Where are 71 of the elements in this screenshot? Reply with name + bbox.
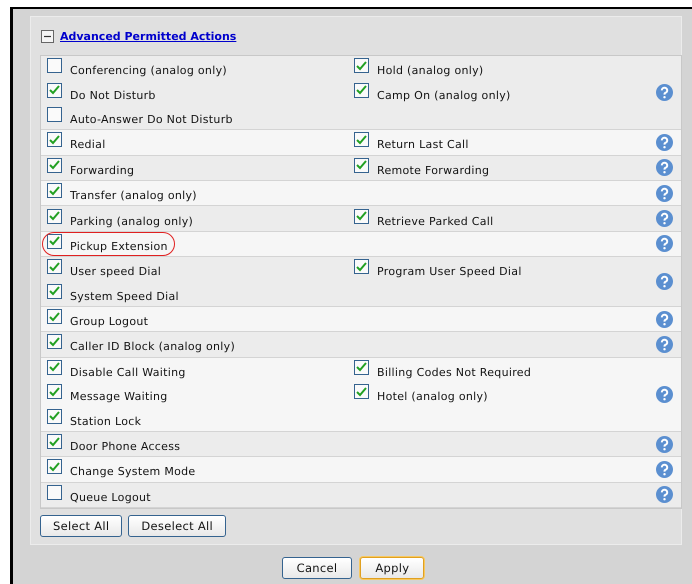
- help-icon[interactable]: [656, 235, 672, 252]
- option-label: Forwarding: [70, 162, 134, 177]
- checkbox[interactable]: [47, 284, 62, 299]
- option-label: Program User Speed Dial: [377, 264, 522, 278]
- option-label: User speed Dial: [70, 264, 162, 278]
- section-title-link[interactable]: Advanced Permitted Actions: [60, 30, 236, 42]
- option-label: Auto-Answer Do Not Disturb: [70, 112, 233, 126]
- checkbox[interactable]: [47, 208, 62, 224]
- collapse-toggle[interactable]: [41, 30, 54, 42]
- option-label: Hold (analog only): [377, 63, 484, 78]
- checkbox[interactable]: [47, 334, 62, 350]
- checkbox[interactable]: [47, 309, 62, 324]
- option-label: Do Not Disturb: [70, 88, 156, 102]
- option-label: Remote Forwarding: [377, 162, 490, 177]
- option-label: Group Logout: [70, 314, 148, 328]
- help-icon[interactable]: [656, 336, 672, 353]
- help-icon[interactable]: [656, 486, 672, 504]
- option-label: Door Phone Access: [70, 439, 180, 454]
- checkbox[interactable]: [47, 58, 62, 74]
- help-icon[interactable]: [656, 386, 672, 403]
- select-button[interactable]: Deselect All: [128, 515, 226, 538]
- option-label: Caller ID Block (analog only): [70, 339, 236, 354]
- checkbox[interactable]: [354, 384, 369, 400]
- checkbox[interactable]: [47, 234, 62, 249]
- checkbox[interactable]: [354, 360, 369, 375]
- checkbox[interactable]: [354, 259, 369, 274]
- checkbox[interactable]: [47, 434, 62, 450]
- option-label: Hotel (analog only): [377, 389, 488, 404]
- checkbox[interactable]: [354, 58, 369, 74]
- option-label: Parking (analog only): [70, 214, 194, 228]
- footer-button[interactable]: Cancel: [282, 557, 352, 580]
- checkbox[interactable]: [47, 183, 62, 198]
- footer-button[interactable]: Apply: [360, 557, 424, 580]
- option-label: Station Lock: [70, 414, 142, 428]
- checkbox[interactable]: [47, 408, 62, 424]
- help-icon[interactable]: [656, 134, 672, 151]
- option-label: Retrieve Parked Call: [377, 214, 494, 228]
- help-icon[interactable]: [656, 210, 672, 228]
- option-label: Change System Mode: [70, 464, 196, 478]
- checkbox[interactable]: [47, 459, 62, 474]
- help-icon[interactable]: [656, 310, 672, 328]
- option-label: Camp On (analog only): [377, 88, 511, 102]
- checkbox[interactable]: [47, 360, 62, 375]
- checkbox[interactable]: [354, 82, 369, 98]
- checkbox[interactable]: [47, 158, 62, 173]
- checkbox[interactable]: [47, 259, 62, 274]
- option-label: Conferencing (analog only): [70, 63, 227, 78]
- option-label: Pickup Extension: [70, 238, 168, 253]
- help-icon[interactable]: [656, 460, 672, 478]
- help-icon[interactable]: [656, 436, 672, 453]
- help-icon[interactable]: [656, 159, 672, 176]
- checkbox[interactable]: [47, 106, 62, 122]
- option-label: System Speed Dial: [70, 288, 179, 303]
- checkbox[interactable]: [354, 158, 369, 173]
- checkbox[interactable]: [47, 484, 62, 500]
- checkbox[interactable]: [354, 132, 369, 148]
- checkbox[interactable]: [354, 208, 369, 224]
- option-label: Billing Codes Not Required: [377, 364, 532, 379]
- checkbox[interactable]: [47, 384, 62, 400]
- checkbox[interactable]: [47, 82, 62, 98]
- help-icon[interactable]: [656, 273, 672, 290]
- option-label: Message Waiting: [70, 389, 168, 404]
- option-label: Return Last Call: [377, 137, 469, 152]
- option-label: Disable Call Waiting: [70, 364, 186, 379]
- help-icon[interactable]: [656, 184, 672, 202]
- select-button[interactable]: Select All: [40, 515, 122, 538]
- option-label: Redial: [70, 137, 106, 152]
- checkbox[interactable]: [47, 132, 62, 148]
- option-label: Transfer (analog only): [70, 188, 197, 202]
- option-label: Queue Logout: [70, 490, 151, 504]
- help-icon[interactable]: [656, 84, 672, 102]
